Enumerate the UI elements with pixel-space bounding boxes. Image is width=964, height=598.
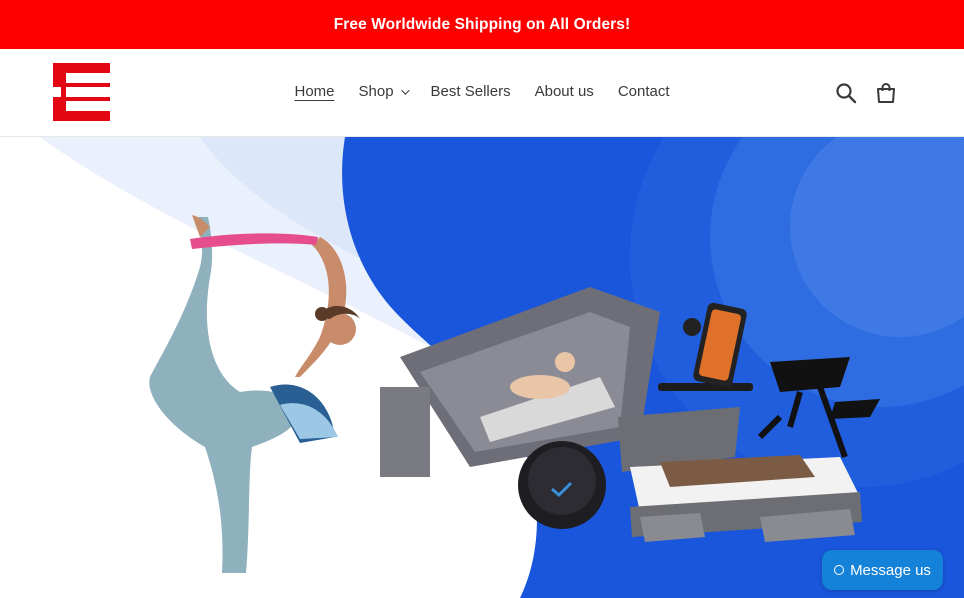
announcement-bar: Free Worldwide Shipping on All Orders! [0, 0, 964, 49]
search-icon [836, 83, 857, 104]
chevron-down-icon [400, 85, 410, 95]
nav-about-us[interactable]: About us [523, 83, 606, 100]
cart-button[interactable] [874, 81, 898, 105]
chat-label: Message us [850, 561, 931, 579]
nav-contact[interactable]: Contact [606, 83, 682, 100]
hero-banner[interactable] [0, 137, 964, 598]
search-button[interactable] [834, 81, 858, 105]
robot-vacuum-product [518, 441, 606, 529]
nav-shop[interactable]: Shop [347, 83, 419, 100]
nav-home[interactable]: Home [282, 83, 346, 100]
main-nav: Home Shop Best Sellers About us Contact [0, 83, 964, 100]
site-header: Home Shop Best Sellers About us Contact [0, 49, 964, 137]
chat-icon [834, 565, 845, 575]
hero-image [0, 137, 964, 598]
announcement-text: Free Worldwide Shipping on All Orders! [333, 15, 631, 33]
nav-best-sellers[interactable]: Best Sellers [419, 83, 523, 100]
cart-icon [877, 83, 895, 103]
chat-button[interactable]: Message us [822, 550, 943, 590]
